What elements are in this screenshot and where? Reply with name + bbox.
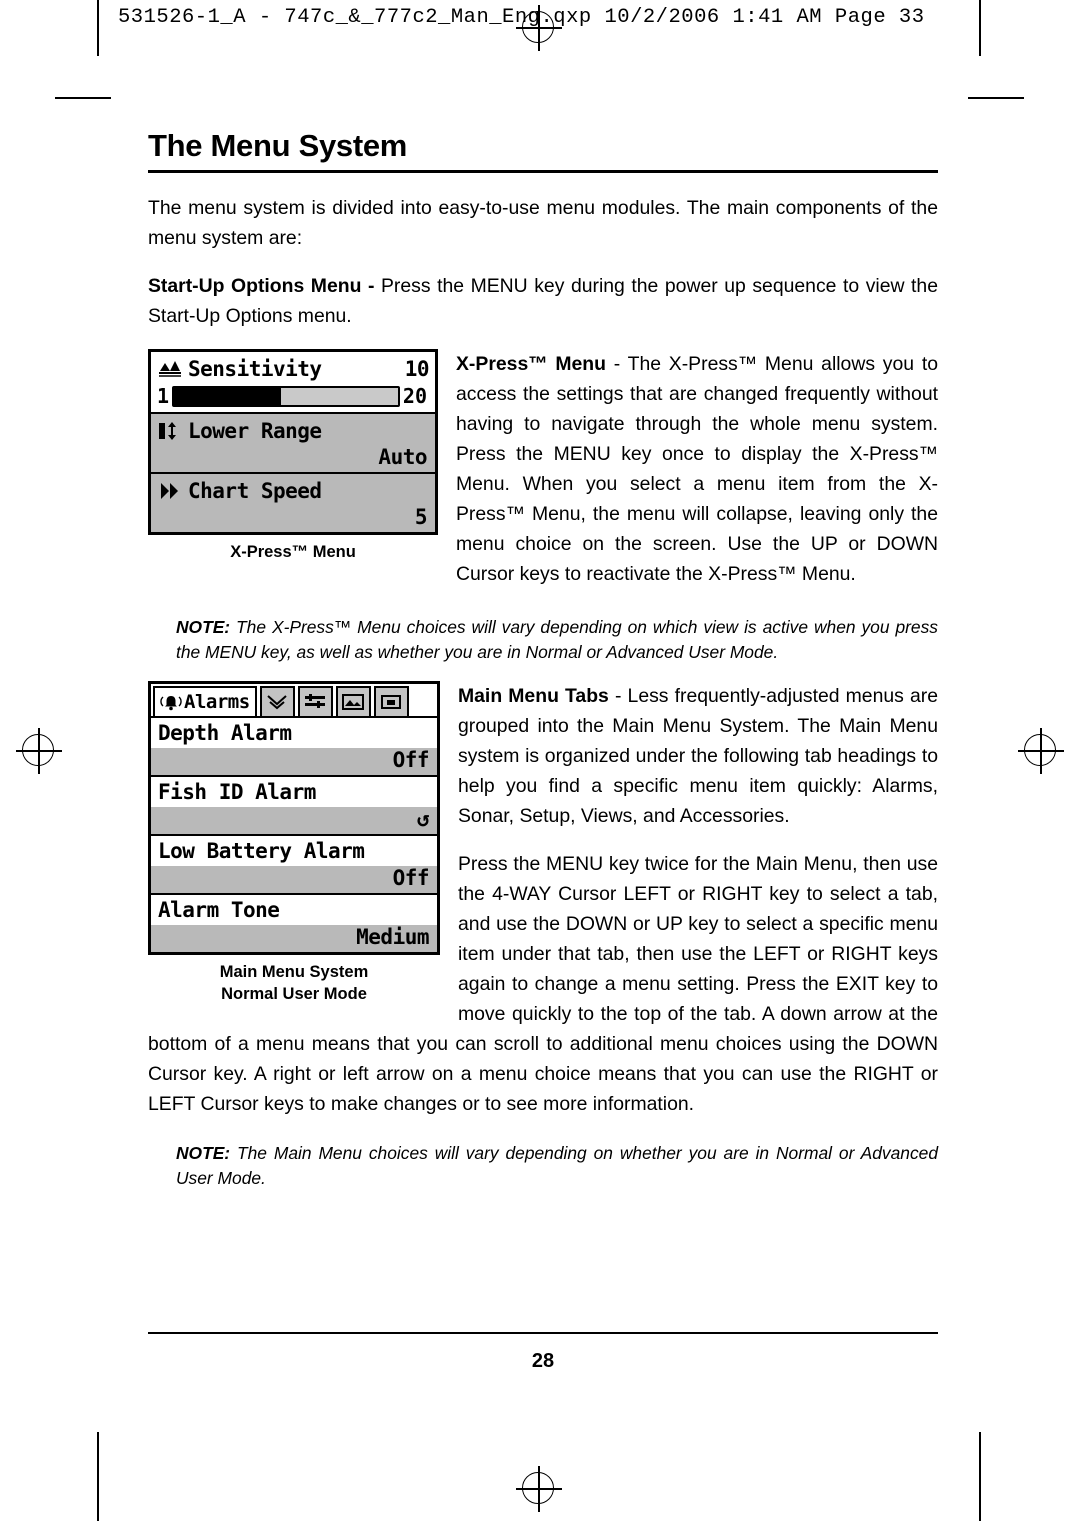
note-xpress-label: NOTE: xyxy=(176,617,231,637)
mainmenu-figure-row: Alarms Depth Alarm Off Fish ID Alarm ↺ L… xyxy=(148,681,938,1133)
registration-mark-right xyxy=(1018,728,1064,774)
startup-options-paragraph: Start-Up Options Menu - Press the MENU k… xyxy=(148,271,938,331)
tab-setup[interactable] xyxy=(297,686,333,716)
slider-track[interactable] xyxy=(172,385,400,407)
main-menu-tabs-heading: Main Menu Tabs xyxy=(458,685,609,707)
main-menu-label-fish-id-alarm: Fish ID Alarm xyxy=(158,780,316,804)
main-menu-row-depth-alarm: Depth Alarm Off xyxy=(151,718,437,777)
xpress-menu-screenshot: Sensitivity 10 1 20 Lower Range Auto Cha… xyxy=(148,349,438,535)
xpress-row-lower-range: Lower Range Auto xyxy=(151,414,435,474)
sensitivity-slider[interactable]: 1 20 xyxy=(151,383,435,412)
crop-mark-top-right-horizontal xyxy=(968,97,1024,99)
slider-fill xyxy=(174,387,282,405)
xpress-value-lower-range: Auto xyxy=(378,445,427,469)
page-content: The Menu System The menu system is divid… xyxy=(148,128,938,1207)
tab-alarms-label: Alarms xyxy=(184,691,250,713)
xpress-figure-row: Sensitivity 10 1 20 Lower Range Auto Cha… xyxy=(148,349,938,607)
main-menu-value-depth-alarm: Off xyxy=(151,748,437,775)
xpress-value-sensitivity: 10 xyxy=(404,356,430,381)
main-menu-label-alarm-tone: Alarm Tone xyxy=(158,898,280,922)
page-number: 28 xyxy=(531,1350,555,1372)
registration-mark-bottom xyxy=(516,1466,562,1512)
lower-range-icon xyxy=(159,421,176,440)
note-xpress: NOTE: The X-Press™ Menu choices will var… xyxy=(176,615,938,665)
sonar-tab-icon xyxy=(267,695,287,710)
main-menu-value-low-battery-alarm: Off xyxy=(151,866,437,893)
tab-sonar[interactable] xyxy=(259,686,295,716)
intro-paragraph: The menu system is divided into easy-to-… xyxy=(148,197,938,249)
crop-mark-top-left-horizontal xyxy=(55,97,111,99)
main-menu-row-fish-id-alarm: Fish ID Alarm ↺ xyxy=(151,777,437,836)
main-menu-row-low-battery-alarm: Low Battery Alarm Off xyxy=(151,836,437,895)
alarm-bell-icon xyxy=(160,696,182,711)
xpress-row-chart-speed: Chart Speed 5 xyxy=(151,474,435,532)
xpress-value-chart-speed: 5 xyxy=(414,505,428,529)
views-tab-icon xyxy=(342,694,365,710)
xpress-row-sensitivity: Sensitivity 10 1 20 xyxy=(151,352,435,414)
footer-divider xyxy=(148,1332,938,1334)
page-slug: 531526-1_A - 747c_&_777c2_Man_Eng.qxp 10… xyxy=(118,6,925,29)
main-menu-row-alarm-tone: Alarm Tone Medium xyxy=(151,895,437,952)
xpress-label-chart-speed: Chart Speed xyxy=(188,478,322,503)
crop-mark-bottom-right-vertical xyxy=(979,1432,981,1521)
mainmenu-figure: Alarms Depth Alarm Off Fish ID Alarm ↺ L… xyxy=(148,681,440,1005)
slider-min-label: 1 xyxy=(157,384,170,408)
startup-options-heading: Start-Up Options Menu - xyxy=(148,275,381,297)
setup-tab-icon xyxy=(305,694,326,708)
main-menu-tab-bar: Alarms xyxy=(151,684,437,718)
xpress-label-sensitivity: Sensitivity xyxy=(188,356,322,381)
tab-alarms[interactable]: Alarms xyxy=(153,686,257,716)
mainmenu-figure-caption: Main Menu System Normal User Mode xyxy=(148,961,440,1005)
crop-mark-top-left-vertical xyxy=(97,0,99,56)
xpress-figure: Sensitivity 10 1 20 Lower Range Auto Cha… xyxy=(148,349,438,563)
registration-mark-left xyxy=(16,728,62,774)
main-menu-label-depth-alarm: Depth Alarm xyxy=(158,721,292,745)
note-mainmenu: NOTE: The Main Menu choices will vary de… xyxy=(176,1141,938,1191)
main-menu-value-fish-id-alarm: ↺ xyxy=(151,807,437,834)
tab-views[interactable] xyxy=(335,686,371,716)
crop-mark-bottom-left-vertical xyxy=(97,1432,99,1521)
xpress-text: - The X-Press™ Menu allows you to access… xyxy=(456,353,938,585)
main-menu-label-low-battery-alarm: Low Battery Alarm xyxy=(158,839,365,863)
sensitivity-icon xyxy=(159,360,181,377)
main-menu-screenshot: Alarms Depth Alarm Off Fish ID Alarm ↺ L… xyxy=(148,681,440,955)
note-mainmenu-text: The Main Menu choices will vary dependin… xyxy=(176,1143,938,1188)
xpress-label-lower-range: Lower Range xyxy=(188,418,322,443)
xpress-heading: X-Press™ Menu xyxy=(456,353,606,375)
note-mainmenu-label: NOTE: xyxy=(176,1143,231,1163)
mainmenu-caption-line2: Normal User Mode xyxy=(221,985,367,1003)
mainmenu-caption-line1: Main Menu System xyxy=(219,963,369,981)
xpress-figure-caption: X-Press™ Menu xyxy=(230,543,356,561)
accessories-tab-icon xyxy=(381,695,402,709)
chart-speed-icon xyxy=(161,482,178,499)
page-title: The Menu System xyxy=(148,128,408,163)
note-xpress-text: The X-Press™ Menu choices will vary depe… xyxy=(176,617,938,662)
crop-mark-top-right-vertical xyxy=(979,0,981,56)
title-divider xyxy=(148,170,938,173)
slider-max-label: 20 xyxy=(402,384,427,408)
tab-accessories[interactable] xyxy=(373,686,409,716)
main-menu-value-alarm-tone: Medium xyxy=(151,925,437,952)
